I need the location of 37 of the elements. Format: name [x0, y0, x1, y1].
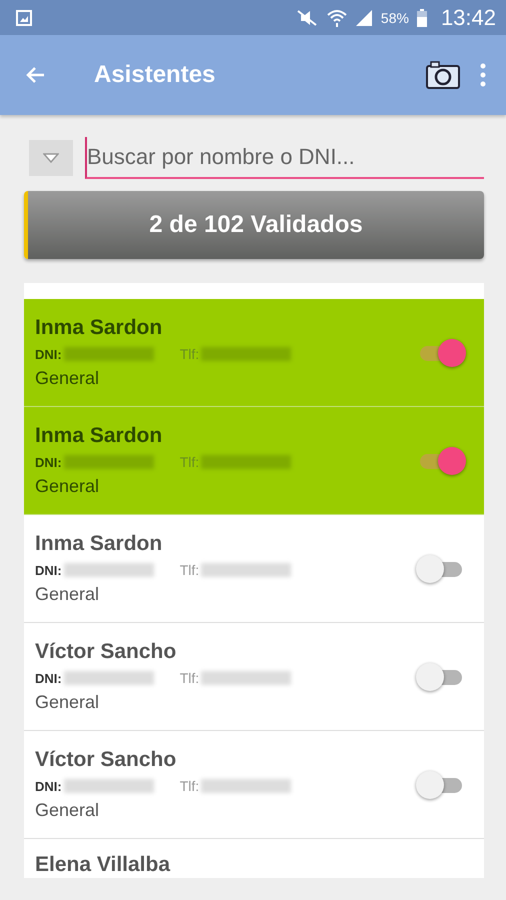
- dni-label: DNI:: [35, 778, 62, 794]
- attendee-name: Inma Sardon: [35, 424, 164, 448]
- screen-title: Asistentes: [94, 61, 216, 89]
- signal-icon: [354, 8, 373, 26]
- attendee-name: Elena Villalba: [35, 853, 170, 877]
- battery-text: 58%: [380, 10, 409, 26]
- phone-label: Tlf:: [180, 562, 200, 578]
- attendee-category: General: [35, 368, 100, 389]
- camera-icon: [426, 61, 460, 89]
- validated-summary-bar: 2 de 102 Validados: [24, 191, 484, 259]
- mute-icon: [294, 10, 319, 26]
- phone-label: Tlf:: [180, 346, 200, 362]
- wifi-icon: [326, 8, 347, 26]
- phone-label: Tlf:: [180, 778, 200, 794]
- phone-label: Tlf:: [180, 670, 200, 686]
- attendee-name: Inma Sardon: [35, 316, 164, 340]
- gallery-icon: [16, 10, 32, 26]
- clock-text: 13:42: [440, 4, 496, 30]
- attendee-name: Inma Sardon: [35, 532, 164, 556]
- attendee-category: General: [35, 692, 100, 713]
- dni-label: DNI:: [35, 562, 62, 578]
- search-field[interactable]: Buscar por nombre o DNI...: [85, 137, 484, 179]
- dni-label: DNI:: [35, 454, 62, 470]
- dni-label: DNI:: [35, 346, 62, 362]
- attendee-category: General: [35, 800, 100, 821]
- more-icon: [480, 63, 486, 87]
- attendee-row[interactable]: Inma Sardon DNI: Tlf: General: [24, 299, 484, 407]
- attendee-name: Víctor Sancho: [35, 640, 178, 664]
- battery-icon: [416, 8, 427, 26]
- dni-label: DNI:: [35, 670, 62, 686]
- attendee-row[interactable]: Inma Sardon DNI: Tlf: General: [24, 407, 484, 515]
- filter-dropdown-button[interactable]: [29, 140, 73, 176]
- caret-icon: [43, 153, 59, 163]
- attendee-category: General: [35, 584, 100, 605]
- phone-label: Tlf:: [180, 454, 200, 470]
- attendee-name: Víctor Sancho: [35, 748, 178, 772]
- attendee-category: General: [35, 476, 100, 497]
